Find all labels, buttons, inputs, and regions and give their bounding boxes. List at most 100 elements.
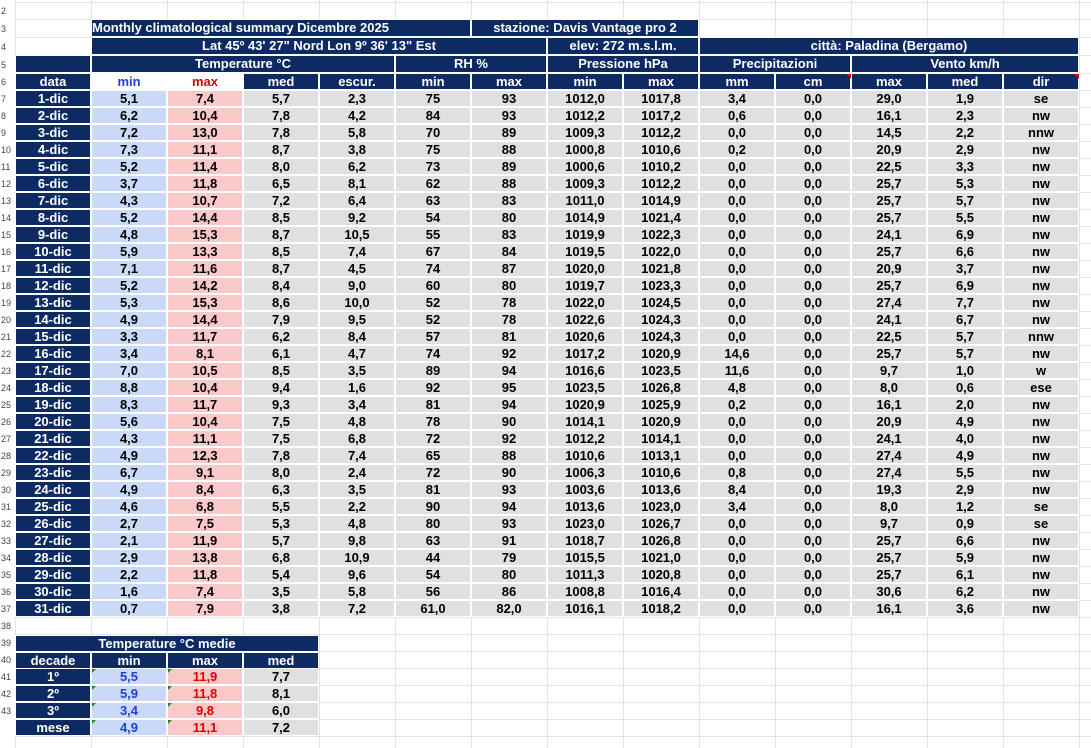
row-number[interactable]: 28 xyxy=(0,449,14,464)
data-cell[interactable]: 1016,4 xyxy=(623,583,699,600)
data-cell[interactable]: 1013,6 xyxy=(623,481,699,498)
data-cell[interactable]: 93 xyxy=(471,515,547,532)
data-cell[interactable]: 1022,3 xyxy=(623,226,699,243)
row-number[interactable]: 33 xyxy=(0,534,14,549)
data-cell[interactable]: nnw xyxy=(1003,328,1079,345)
row-number[interactable]: 8 xyxy=(0,109,14,124)
data-cell[interactable]: 25,7 xyxy=(851,566,927,583)
data-cell[interactable]: 9,2 xyxy=(319,209,395,226)
data-cell[interactable]: 1023,5 xyxy=(547,379,623,396)
row-number[interactable]: 12 xyxy=(0,177,14,192)
data-cell[interactable]: 1,2 xyxy=(927,498,1003,515)
data-cell[interactable]: 4,9 xyxy=(927,447,1003,464)
col-header-11[interactable]: max xyxy=(851,73,927,90)
data-cell[interactable]: 93 xyxy=(471,107,547,124)
data-cell[interactable]: 74 xyxy=(395,260,471,277)
data-cell[interactable]: 1,9 xyxy=(927,90,1003,107)
data-cell[interactable]: 5,2 xyxy=(91,209,167,226)
data-cell[interactable]: 92 xyxy=(471,345,547,362)
data-cell[interactable]: nw xyxy=(1003,481,1079,498)
data-cell[interactable]: 80 xyxy=(471,277,547,294)
data-cell[interactable]: 8,7 xyxy=(243,226,319,243)
data-cell[interactable]: nw xyxy=(1003,532,1079,549)
data-cell[interactable]: 3,5 xyxy=(319,362,395,379)
summary-cell[interactable]: 4,9 xyxy=(91,719,167,736)
data-cell[interactable]: 5,7 xyxy=(243,90,319,107)
data-cell[interactable]: 0,0 xyxy=(775,481,851,498)
data-cell[interactable]: 5,7 xyxy=(927,192,1003,209)
data-cell[interactable]: 5,3 xyxy=(91,294,167,311)
data-cell[interactable]: 0,0 xyxy=(699,430,775,447)
data-cell[interactable]: 7,5 xyxy=(167,515,243,532)
data-cell[interactable]: 2,9 xyxy=(91,549,167,566)
date-cell[interactable]: 13-dic xyxy=(15,294,91,311)
col-header-7[interactable]: min xyxy=(547,73,623,90)
data-cell[interactable]: 0,0 xyxy=(775,532,851,549)
data-cell[interactable]: 7,4 xyxy=(167,90,243,107)
data-cell[interactable]: 3,7 xyxy=(91,175,167,192)
data-cell[interactable]: 10,0 xyxy=(319,294,395,311)
data-cell[interactable]: nw xyxy=(1003,260,1079,277)
data-cell[interactable]: 1023,5 xyxy=(623,362,699,379)
data-cell[interactable]: 3,5 xyxy=(243,583,319,600)
data-cell[interactable]: 0,0 xyxy=(775,549,851,566)
data-cell[interactable]: 86 xyxy=(471,583,547,600)
data-cell[interactable]: 6,7 xyxy=(927,311,1003,328)
data-cell[interactable]: 6,8 xyxy=(243,549,319,566)
data-cell[interactable]: 0,0 xyxy=(775,379,851,396)
data-cell[interactable]: nw xyxy=(1003,549,1079,566)
data-cell[interactable]: 89 xyxy=(471,158,547,175)
data-cell[interactable]: nw xyxy=(1003,583,1079,600)
data-cell[interactable]: 1012,2 xyxy=(623,175,699,192)
data-cell[interactable]: 9,1 xyxy=(167,464,243,481)
data-cell[interactable]: nw xyxy=(1003,209,1079,226)
data-cell[interactable]: nw xyxy=(1003,345,1079,362)
data-cell[interactable]: 4,3 xyxy=(91,192,167,209)
row-number[interactable]: 19 xyxy=(0,296,14,311)
data-cell[interactable]: 13,3 xyxy=(167,243,243,260)
elevation-label[interactable]: elev: 272 m.s.l.m. xyxy=(547,37,699,55)
data-cell[interactable]: 8,0 xyxy=(851,498,927,515)
col-header-13[interactable]: dir xyxy=(1003,73,1079,90)
data-cell[interactable]: 6,6 xyxy=(927,532,1003,549)
data-cell[interactable]: 12,3 xyxy=(167,447,243,464)
row-number[interactable]: 1 xyxy=(0,0,14,2)
data-cell[interactable]: 81 xyxy=(395,481,471,498)
data-cell[interactable]: 1024,3 xyxy=(623,311,699,328)
date-cell[interactable]: 20-dic xyxy=(15,413,91,430)
row-number[interactable]: 18 xyxy=(0,279,14,294)
data-cell[interactable]: 0,0 xyxy=(775,294,851,311)
data-cell[interactable]: 11,9 xyxy=(167,532,243,549)
data-cell[interactable]: 92 xyxy=(395,379,471,396)
col-header-5[interactable]: min xyxy=(395,73,471,90)
data-cell[interactable]: 65 xyxy=(395,447,471,464)
date-cell[interactable]: 30-dic xyxy=(15,583,91,600)
data-cell[interactable]: 8,5 xyxy=(243,243,319,260)
data-cell[interactable]: 1023,0 xyxy=(623,498,699,515)
data-cell[interactable]: 7,5 xyxy=(243,430,319,447)
data-cell[interactable]: 14,6 xyxy=(699,345,775,362)
data-cell[interactable]: 1016,6 xyxy=(547,362,623,379)
data-cell[interactable]: 1025,9 xyxy=(623,396,699,413)
data-cell[interactable]: 6,3 xyxy=(243,481,319,498)
data-cell[interactable]: 8,1 xyxy=(319,175,395,192)
row-number[interactable]: 23 xyxy=(0,364,14,379)
data-cell[interactable]: 8,4 xyxy=(699,481,775,498)
data-cell[interactable]: 0,0 xyxy=(699,226,775,243)
data-cell[interactable]: 78 xyxy=(395,413,471,430)
data-cell[interactable]: 0,0 xyxy=(775,209,851,226)
date-cell[interactable]: 21-dic xyxy=(15,430,91,447)
data-cell[interactable]: 25,7 xyxy=(851,345,927,362)
summary-cell[interactable]: 2º xyxy=(15,685,91,702)
data-cell[interactable]: 5,3 xyxy=(927,175,1003,192)
data-cell[interactable]: 0,0 xyxy=(775,566,851,583)
data-cell[interactable]: 6,7 xyxy=(91,464,167,481)
data-cell[interactable]: 29,0 xyxy=(851,90,927,107)
data-cell[interactable]: 0,0 xyxy=(775,243,851,260)
date-cell[interactable]: 4-dic xyxy=(15,141,91,158)
data-cell[interactable]: 5,7 xyxy=(927,345,1003,362)
row-number[interactable]: 37 xyxy=(0,602,14,617)
data-cell[interactable]: 1024,5 xyxy=(623,294,699,311)
data-cell[interactable]: ese xyxy=(1003,379,1079,396)
data-cell[interactable]: 81 xyxy=(395,396,471,413)
